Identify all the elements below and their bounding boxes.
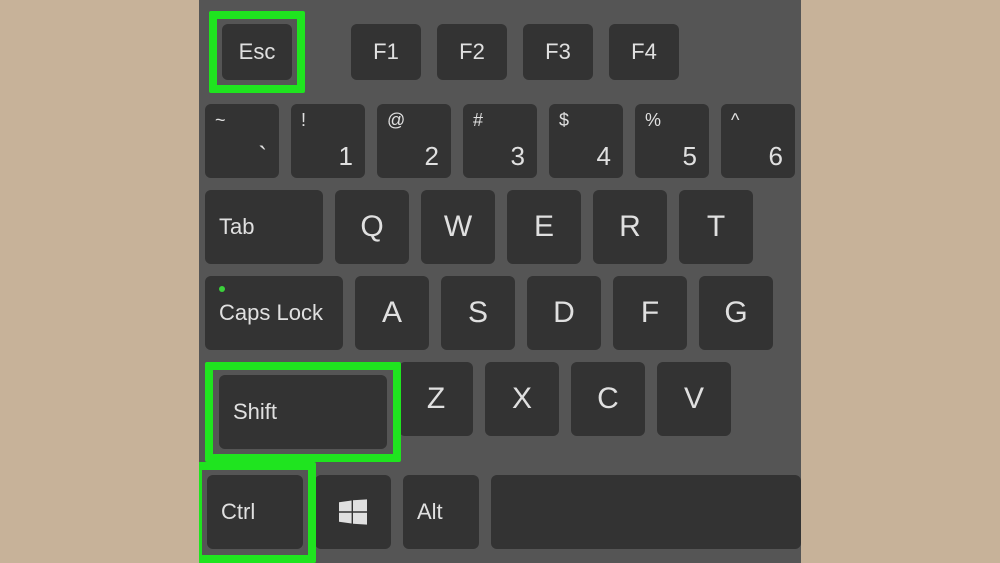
- key-f4-label: F4: [609, 39, 679, 65]
- capslock-led-icon: [219, 286, 225, 292]
- key-f-label: F: [613, 296, 687, 330]
- key-2[interactable]: @ 2: [377, 104, 451, 178]
- key-f[interactable]: F: [613, 276, 687, 350]
- key-q[interactable]: Q: [335, 190, 409, 264]
- key-tab-label: Tab: [219, 214, 254, 240]
- key-z-label: Z: [399, 382, 473, 416]
- key-5-upper: %: [645, 110, 661, 131]
- key-z[interactable]: Z: [399, 362, 473, 436]
- key-ctrl-label: Ctrl: [221, 499, 255, 525]
- key-4-lower: 4: [597, 141, 611, 172]
- key-r-label: R: [593, 210, 667, 244]
- key-d[interactable]: D: [527, 276, 601, 350]
- key-esc[interactable]: Esc: [222, 24, 292, 80]
- key-c[interactable]: C: [571, 362, 645, 436]
- key-f1[interactable]: F1: [351, 24, 421, 80]
- key-f3-label: F3: [523, 39, 593, 65]
- key-v-label: V: [657, 382, 731, 416]
- key-d-label: D: [527, 296, 601, 330]
- key-6[interactable]: ^ 6: [721, 104, 795, 178]
- key-t-label: T: [679, 210, 753, 244]
- key-windows[interactable]: [315, 475, 391, 549]
- key-e[interactable]: E: [507, 190, 581, 264]
- key-g[interactable]: G: [699, 276, 773, 350]
- key-f4[interactable]: F4: [609, 24, 679, 80]
- key-3[interactable]: # 3: [463, 104, 537, 178]
- key-capslock[interactable]: Caps Lock: [205, 276, 343, 350]
- key-6-lower: 6: [769, 141, 783, 172]
- key-e-label: E: [507, 210, 581, 244]
- key-4[interactable]: $ 4: [549, 104, 623, 178]
- key-backtick-lower: `: [258, 141, 267, 172]
- key-tab[interactable]: Tab: [205, 190, 323, 264]
- key-backtick-upper: ~: [215, 110, 226, 131]
- key-5[interactable]: % 5: [635, 104, 709, 178]
- key-f2[interactable]: F2: [437, 24, 507, 80]
- key-t[interactable]: T: [679, 190, 753, 264]
- key-q-label: Q: [335, 210, 409, 244]
- key-1[interactable]: ! 1: [291, 104, 365, 178]
- key-w-label: W: [421, 210, 495, 244]
- key-r[interactable]: R: [593, 190, 667, 264]
- key-a[interactable]: A: [355, 276, 429, 350]
- key-s-label: S: [441, 296, 515, 330]
- key-alt[interactable]: Alt: [403, 475, 479, 549]
- key-f2-label: F2: [437, 39, 507, 65]
- key-esc-label: Esc: [222, 39, 292, 65]
- key-2-lower: 2: [425, 141, 439, 172]
- key-c-label: C: [571, 382, 645, 416]
- key-x[interactable]: X: [485, 362, 559, 436]
- key-f1-label: F1: [351, 39, 421, 65]
- key-shift-label: Shift: [233, 399, 277, 425]
- key-ctrl[interactable]: Ctrl: [207, 475, 303, 549]
- key-s[interactable]: S: [441, 276, 515, 350]
- key-a-label: A: [355, 296, 429, 330]
- key-3-lower: 3: [511, 141, 525, 172]
- key-3-upper: #: [473, 110, 483, 131]
- key-backtick[interactable]: ~ `: [205, 104, 279, 178]
- key-6-upper: ^: [731, 110, 739, 131]
- key-2-upper: @: [387, 110, 405, 131]
- key-5-lower: 5: [683, 141, 697, 172]
- key-w[interactable]: W: [421, 190, 495, 264]
- key-capslock-label: Caps Lock: [219, 300, 323, 326]
- key-1-lower: 1: [339, 141, 353, 172]
- windows-logo-icon: [339, 499, 367, 525]
- key-g-label: G: [699, 296, 773, 330]
- key-4-upper: $: [559, 110, 569, 131]
- key-v[interactable]: V: [657, 362, 731, 436]
- key-alt-label: Alt: [417, 499, 443, 525]
- keyboard-viewport: Esc F1 F2 F3 F4 ~ ` ! 1 @ 2 # 3 $ 4 % 5 …: [199, 0, 801, 563]
- key-space[interactable]: [491, 475, 801, 549]
- key-x-label: X: [485, 382, 559, 416]
- key-f3[interactable]: F3: [523, 24, 593, 80]
- key-shift[interactable]: Shift: [219, 375, 387, 449]
- key-1-upper: !: [301, 110, 306, 131]
